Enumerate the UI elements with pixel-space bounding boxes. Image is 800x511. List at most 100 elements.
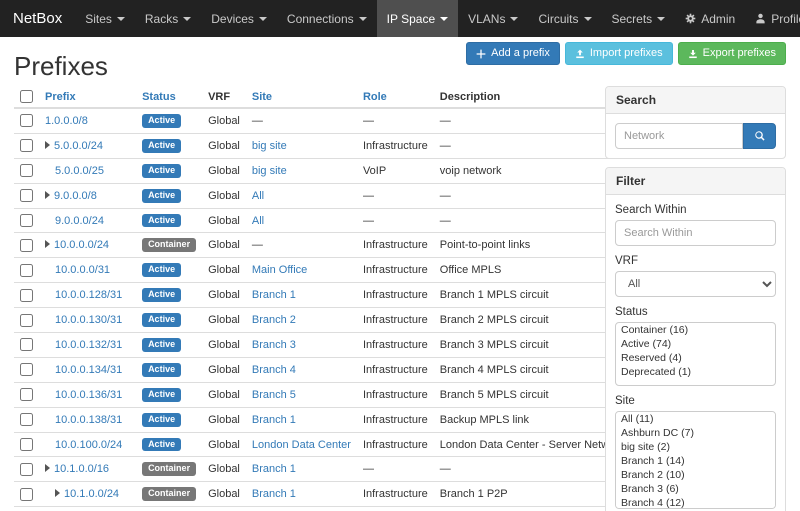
description-cell: Branch 2 MPLS circuit — [434, 308, 631, 333]
prefix-link[interactable]: 10.1.0.0/24 — [64, 488, 119, 500]
site-link[interactable]: Main Office — [252, 264, 307, 276]
row-checkbox[interactable] — [20, 114, 33, 127]
site-link[interactable]: Branch 1 — [252, 463, 296, 475]
role-cell: — — [357, 183, 434, 208]
status-badge: Active — [142, 164, 181, 178]
prefix-link[interactable]: 10.0.0.134/31 — [55, 364, 122, 376]
nav-item-sites[interactable]: Sites — [75, 0, 135, 37]
site-cell: All — [246, 183, 357, 208]
site-link[interactable]: Branch 1 — [252, 289, 296, 301]
status-filter-listbox[interactable]: Container (16)Active (74)Reserved (4)Dep… — [615, 322, 776, 386]
prefix-link[interactable]: 1.0.0.0/8 — [45, 115, 88, 127]
download-icon — [688, 49, 698, 59]
filter-option[interactable]: Ashburn DC (7) — [616, 426, 775, 440]
prefix-link[interactable]: 10.0.0.0/24 — [54, 239, 109, 251]
row-checkbox[interactable] — [20, 239, 33, 252]
role-cell: Infrastructure — [357, 308, 434, 333]
site-link[interactable]: Branch 1 — [252, 414, 296, 426]
table-row: 10.1.0.0/25ActiveGlobalBranch 1—— — [14, 507, 630, 511]
prefix-link[interactable]: 9.0.0.0/24 — [55, 215, 104, 227]
filter-option[interactable]: Branch 3 (6) — [616, 482, 775, 496]
import-prefixes-button[interactable]: Import prefixes — [565, 42, 673, 65]
nav-item-devices[interactable]: Devices — [201, 0, 277, 37]
column-sort-link-site[interactable]: Site — [252, 91, 272, 103]
site-cell: Branch 4 — [246, 357, 357, 382]
row-checkbox[interactable] — [20, 164, 33, 177]
filter-option[interactable]: Branch 2 (10) — [616, 468, 775, 482]
table-row: 10.0.0.128/31ActiveGlobalBranch 1Infrast… — [14, 283, 630, 308]
prefix-link[interactable]: 10.1.0.0/16 — [54, 463, 109, 475]
nav-item-connections[interactable]: Connections — [277, 0, 377, 37]
navbar-menu: SitesRacksDevicesConnectionsIP SpaceVLAN… — [75, 0, 675, 37]
row-checkbox[interactable] — [20, 413, 33, 426]
prefix-link[interactable]: 10.0.100.0/24 — [55, 439, 122, 451]
nav-item-ip-space[interactable]: IP Space — [377, 0, 458, 37]
site-link[interactable]: Branch 2 — [252, 314, 296, 326]
site-link[interactable]: Branch 4 — [252, 364, 296, 376]
status-badge: Active — [142, 313, 181, 327]
column-sort-link-role[interactable]: Role — [363, 91, 387, 103]
row-checkbox[interactable] — [20, 214, 33, 227]
filter-option[interactable]: big site (2) — [616, 440, 775, 454]
nav-item-circuits[interactable]: Circuits — [528, 0, 601, 37]
prefix-link[interactable]: 10.0.0.128/31 — [55, 289, 122, 301]
prefix-link[interactable]: 10.0.0.0/31 — [55, 264, 110, 276]
site-link[interactable]: big site — [252, 140, 287, 152]
search-icon — [754, 130, 766, 142]
status-cell: Container — [136, 482, 202, 507]
site-link[interactable]: Branch 1 — [252, 488, 296, 500]
row-checkbox[interactable] — [20, 264, 33, 277]
filter-option[interactable]: Container (16) — [616, 323, 775, 337]
prefix-link[interactable]: 10.0.0.132/31 — [55, 339, 122, 351]
filter-option[interactable]: Deprecated (1) — [616, 365, 775, 379]
column-sort-link-prefix[interactable]: Prefix — [45, 91, 76, 103]
nav-item-secrets[interactable]: Secrets — [602, 0, 676, 37]
site-link[interactable]: Branch 3 — [252, 339, 296, 351]
nav-item-vlans[interactable]: VLANs — [458, 0, 528, 37]
vrf-select[interactable]: All — [615, 271, 776, 297]
row-checkbox[interactable] — [20, 338, 33, 351]
role-cell: Infrastructure — [357, 432, 434, 457]
filter-option[interactable]: Branch 1 (14) — [616, 454, 775, 468]
search-button[interactable] — [743, 123, 776, 149]
site-link[interactable]: big site — [252, 165, 287, 177]
row-checkbox[interactable] — [20, 463, 33, 476]
filter-option[interactable]: All (11) — [616, 412, 775, 426]
row-checkbox[interactable] — [20, 289, 33, 302]
prefix-link[interactable]: 5.0.0.0/25 — [55, 165, 104, 177]
row-checkbox[interactable] — [20, 139, 33, 152]
site-link[interactable]: All — [252, 190, 264, 202]
prefix-link[interactable]: 5.0.0.0/24 — [54, 140, 103, 152]
add-prefix-button[interactable]: Add a prefix — [466, 42, 560, 65]
filter-option[interactable]: Reserved (4) — [616, 351, 775, 365]
profile-link[interactable]: Profile — [745, 0, 800, 37]
row-checkbox[interactable] — [20, 388, 33, 401]
prefix-link[interactable]: 10.0.0.138/31 — [55, 414, 122, 426]
table-row: 5.0.0.0/24ActiveGlobalbig siteInfrastruc… — [14, 133, 630, 158]
brand-link[interactable]: NetBox — [0, 0, 75, 37]
search-within-input[interactable] — [615, 220, 776, 246]
nav-item-racks[interactable]: Racks — [135, 0, 201, 37]
site-filter-listbox[interactable]: All (11)Ashburn DC (7)big site (2)Branch… — [615, 411, 776, 509]
site-link[interactable]: All — [252, 215, 264, 227]
site-cell: — — [246, 108, 357, 133]
select-all-checkbox[interactable] — [20, 90, 33, 103]
row-checkbox[interactable] — [20, 363, 33, 376]
export-prefixes-button[interactable]: Export prefixes — [678, 42, 786, 65]
prefix-link[interactable]: 9.0.0.0/8 — [54, 190, 97, 202]
site-link[interactable]: Branch 5 — [252, 389, 296, 401]
admin-link[interactable]: Admin — [675, 0, 745, 37]
filter-option[interactable]: Active (74) — [616, 337, 775, 351]
filter-option[interactable]: Branch 4 (12) — [616, 496, 775, 509]
prefix-link[interactable]: 10.0.0.136/31 — [55, 389, 122, 401]
column-sort-link-status[interactable]: Status — [142, 91, 176, 103]
row-checkbox[interactable] — [20, 189, 33, 202]
search-input[interactable] — [615, 123, 743, 149]
column-header-prefix: Prefix — [39, 86, 136, 108]
row-checkbox[interactable] — [20, 438, 33, 451]
row-checkbox[interactable] — [20, 488, 33, 501]
prefix-link[interactable]: 10.0.0.130/31 — [55, 314, 122, 326]
row-checkbox[interactable] — [20, 314, 33, 327]
nav-item-label: Secrets — [612, 12, 653, 26]
site-link[interactable]: London Data Center — [252, 439, 351, 451]
